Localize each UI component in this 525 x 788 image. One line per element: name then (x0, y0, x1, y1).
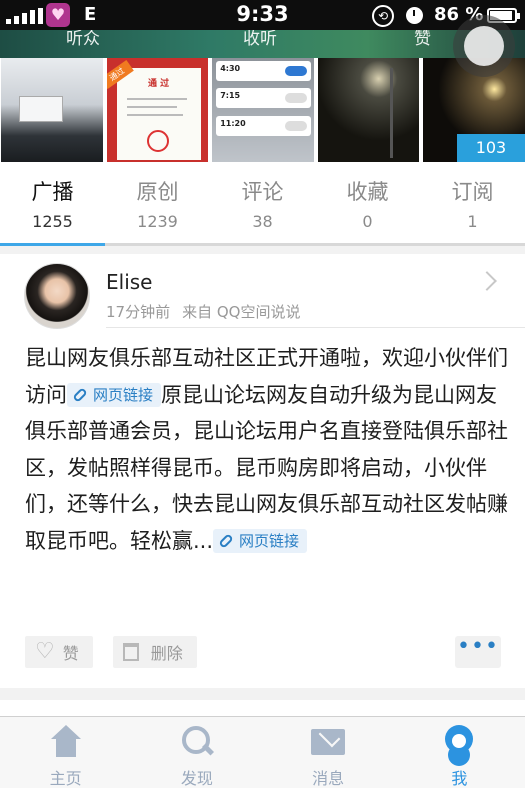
profile-tabs: 广播 1255 原创 1239 评论 38 收藏 0 订阅 1 (0, 162, 525, 246)
nav-me[interactable]: 我 (394, 717, 525, 788)
photo-thumbnail[interactable]: 通 过 通过 (106, 58, 209, 162)
search-icon (179, 725, 215, 759)
post-card: Elise 17分钟前 来自 QQ空间说说 昆山网友俱乐部互动社区正式开通啦，欢迎… (0, 254, 525, 688)
web-link[interactable]: 网页链接 (67, 382, 162, 407)
cover-label-following[interactable]: 收听 (243, 30, 277, 49)
tab-broadcast[interactable]: 广播 1255 (0, 162, 105, 243)
trash-icon (122, 643, 139, 661)
post-time: 17分钟前 (106, 303, 171, 321)
tab-subscriptions[interactable]: 订阅 1 (420, 162, 525, 243)
author-name[interactable]: Elise (106, 270, 152, 294)
stamp-icon (146, 130, 169, 152)
nav-discover[interactable]: 发现 (131, 717, 262, 788)
active-tab-indicator (0, 243, 105, 246)
post-actions: ♡ 赞 删除 (25, 636, 197, 670)
alarm-icon (406, 7, 423, 24)
link-icon (218, 532, 234, 549)
nav-messages[interactable]: 消息 (263, 717, 394, 788)
assistive-touch-button[interactable] (453, 15, 515, 77)
profile-cover: 听众 收听 赞 (0, 30, 525, 58)
cover-label-likes[interactable]: 赞 (414, 30, 431, 49)
tab-favorites[interactable]: 收藏 0 (315, 162, 420, 243)
post-body: 昆山网友俱乐部互动社区正式开通啦，欢迎小伙伴们访问 网页链接 原昆山论坛网友自动升级… (25, 340, 510, 559)
more-options-button[interactable]: ••• (455, 636, 501, 668)
post-text-part2: 原昆山论坛网友自动升级为昆山网友俱乐部普通会员，昆山论坛用户名直接登陆俱乐部社区… (25, 382, 508, 553)
nav-home[interactable]: 主页 (0, 717, 131, 788)
rotation-lock-icon: ⟲ (372, 5, 394, 27)
photo-thumbnail[interactable]: 4:30 7:15 11:20 (212, 58, 314, 162)
divider (106, 327, 525, 328)
heart-icon: ♡ (35, 639, 55, 664)
photo-strip: 通 过 通过 4:30 7:15 11:20 103 (0, 58, 525, 162)
profile-icon (441, 725, 477, 759)
photo-count-badge[interactable]: 103 (456, 134, 525, 162)
post-source: 来自 QQ空间说说 (182, 303, 301, 321)
avatar[interactable] (24, 263, 90, 329)
photo-thumbnail[interactable] (317, 58, 420, 162)
photo-document-title: 通 过 (148, 79, 170, 89)
home-icon (48, 725, 84, 759)
web-link[interactable]: 网页链接 (213, 528, 308, 553)
delete-button[interactable]: 删除 (112, 636, 197, 668)
link-icon (72, 386, 88, 403)
cover-label-listeners[interactable]: 听众 (66, 30, 100, 49)
chevron-right-icon[interactable] (477, 271, 497, 291)
tab-comments[interactable]: 评论 38 (210, 162, 315, 243)
post-meta: 17分钟前 来自 QQ空间说说 (106, 301, 300, 322)
next-post-card (0, 700, 525, 716)
envelope-icon (310, 725, 346, 759)
photo-thumbnail[interactable] (1, 58, 103, 162)
like-button[interactable]: ♡ 赞 (25, 636, 93, 668)
tab-original[interactable]: 原创 1239 (105, 162, 210, 243)
bottom-nav: 主页 发现 消息 我 (0, 716, 525, 788)
status-bar: ♥ E 9:33 ⟲ 86 % (0, 0, 525, 30)
